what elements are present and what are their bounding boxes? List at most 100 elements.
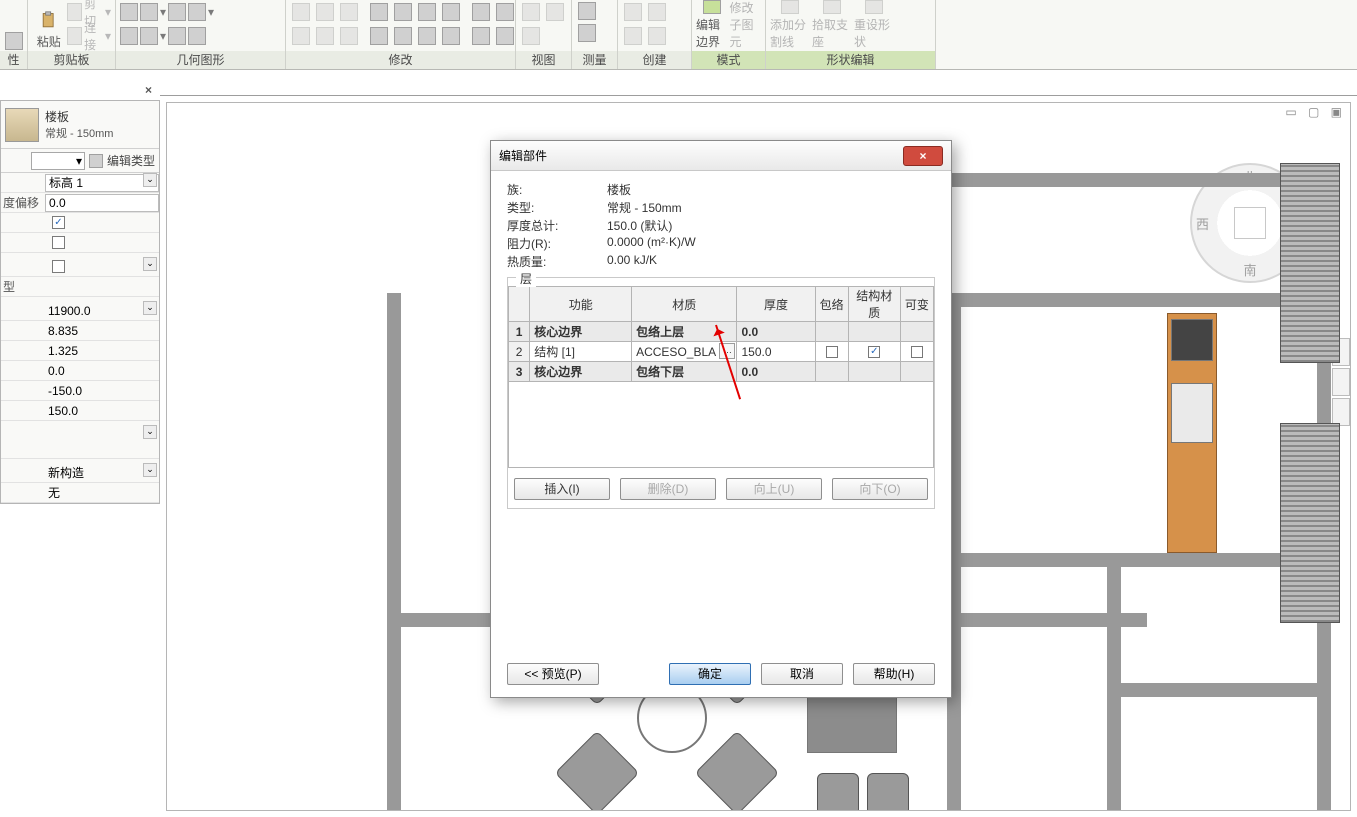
offset-label: 度偏移 [1,194,45,211]
sink-icon [1171,383,1213,443]
checkbox-1[interactable]: ✓ [52,216,65,229]
geom-btn-3[interactable]: ▾ [140,0,166,24]
layers-table[interactable]: 功能 材质 厚度 包络 结构材质 可变 1 核心边界 包络上层 0.0 2 结构… [508,286,934,382]
expand-icon[interactable]: ⌄ [143,425,157,439]
mod-d1[interactable] [368,25,390,47]
geom-btn-1[interactable] [120,0,138,24]
mod-f2[interactable] [494,25,516,47]
mod-b1[interactable] [290,25,312,47]
group-mode: 模式 [692,51,765,69]
checkbox-2[interactable] [52,236,65,249]
measure-2[interactable] [576,22,598,44]
add-split-btn: 添加分割线 [770,0,810,50]
mod-b3[interactable] [338,25,360,47]
properties-btn[interactable] [4,0,23,50]
view-1[interactable] [520,1,542,23]
edit-type-btn[interactable]: 编辑类型 [89,152,155,169]
mod-c2[interactable] [392,1,414,23]
stairs [1280,163,1340,363]
table-row[interactable]: 3 核心边界 包络下层 0.0 [509,362,934,382]
dialog-title: 编辑部件 [499,147,547,164]
floor-icon [5,108,39,142]
ok-button[interactable]: 确定 [669,663,751,685]
down-button: 向下(O) [832,478,928,500]
geom-btn-8[interactable] [188,24,214,48]
edit-boundary-btn[interactable]: 编辑边界 [696,0,728,50]
filter-dropdown[interactable]: ▾ [31,152,85,170]
struct-checkbox[interactable] [868,346,880,358]
group-measure: 测量 [572,51,617,69]
expand-icon[interactable]: ⌄ [143,257,157,271]
create-3[interactable] [622,25,644,47]
view-window-controls[interactable]: ▭ ▢ ▣ [1285,105,1346,119]
create-4[interactable] [646,25,668,47]
create-2[interactable] [646,1,668,23]
dim-label: 型 [1,278,45,295]
geom-btn-4[interactable]: ▾ [140,24,166,48]
insert-button[interactable]: 插入(I) [514,478,610,500]
measure-1[interactable] [576,0,598,22]
mod-f1[interactable] [470,25,492,47]
mod-c1[interactable] [368,1,390,23]
view-3[interactable] [520,25,542,47]
group-modify: 修改 [286,51,515,69]
group-geometry: 几何图形 [116,51,285,69]
col-wrap: 包络 [815,287,848,322]
mod-c3[interactable] [416,1,438,23]
ribbon: 性 粘贴 剪切▾ 连接▾ 剪贴板 ▾▾ ▾ 几何图形 [0,0,1357,70]
scissors-icon [67,3,82,21]
type-selector[interactable]: 楼板 常规 - 150mm [1,101,159,149]
group-properties: 性 [0,51,27,69]
hob-icon [1171,319,1213,361]
expand-icon[interactable]: ⌄ [143,173,157,187]
var-checkbox[interactable] [911,346,923,358]
mod-e2[interactable] [494,1,516,23]
col-material: 材质 [632,287,737,322]
checkbox-3[interactable] [52,260,65,273]
mod-b2[interactable] [314,25,336,47]
expand-icon[interactable]: ⌄ [143,463,157,477]
stairs [1280,423,1340,623]
paste-icon [39,11,59,31]
close-icon[interactable]: × [145,83,155,93]
geom-btn-5[interactable] [168,0,186,24]
mod-a3[interactable] [338,1,360,23]
help-button[interactable]: 帮助(H) [853,663,935,685]
geom-btn-7[interactable]: ▾ [188,0,214,24]
mod-d4[interactable] [440,25,462,47]
properties-panel: × 楼板 常规 - 150mm ▾ 编辑类型 ⌄ 标高 1 度偏移0.0 ✓ ⌄… [0,100,160,504]
col-struct: 结构材质 [848,287,900,322]
mod-c4[interactable] [440,1,462,23]
group-create: 创建 [618,51,691,69]
paste-btn[interactable]: 粘贴 [32,0,65,50]
join-btn[interactable]: 连接▾ [67,24,111,48]
preview-button[interactable]: << 预览(P) [507,663,599,685]
chair [555,731,640,811]
layers-legend: 层 [516,270,536,287]
reset-shape-btn: 重设形状 [854,0,894,50]
chair [867,773,909,811]
mod-a1[interactable] [290,1,312,23]
view-2[interactable] [544,1,566,23]
offset-input[interactable]: 0.0 [45,194,159,212]
mod-e1[interactable] [470,1,492,23]
mod-a2[interactable] [314,1,336,23]
cancel-button[interactable]: 取消 [761,663,843,685]
level-input[interactable]: 标高 1 [45,174,159,192]
mod-d3[interactable] [416,25,438,47]
expand-icon[interactable]: ⌄ [143,301,157,315]
geom-btn-6[interactable] [168,24,186,48]
join-icon [67,27,82,45]
delete-button: 删除(D) [620,478,716,500]
pick-support-btn: 拾取支座 [812,0,852,50]
geom-btn-2[interactable] [120,24,138,48]
up-button: 向上(U) [726,478,822,500]
group-shape: 形状编辑 [766,51,935,69]
dialog-close-btn[interactable]: × [903,146,943,166]
chair [817,773,859,811]
family-name: 楼板 [45,108,113,125]
wrap-checkbox[interactable] [826,346,838,358]
group-view: 视图 [516,51,571,69]
mod-d2[interactable] [392,25,414,47]
create-1[interactable] [622,1,644,23]
